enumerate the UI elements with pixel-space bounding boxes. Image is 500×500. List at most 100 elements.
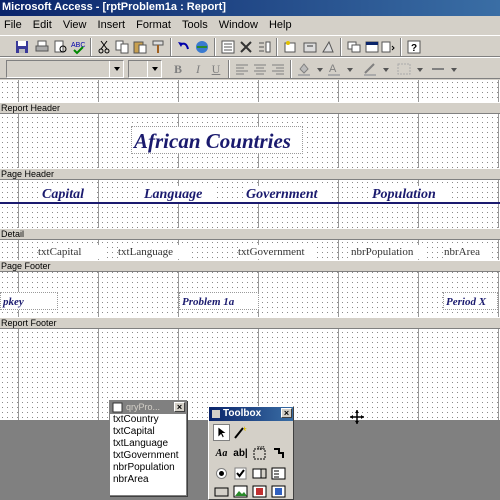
header-language-label[interactable]: Language (142, 186, 214, 203)
header-underline[interactable] (0, 202, 500, 204)
footer-pkey-field[interactable]: pkey (0, 292, 58, 310)
footer-problem-label[interactable]: Problem 1a (179, 292, 259, 310)
footer-period-label[interactable]: Period X (443, 292, 498, 310)
autoformat-icon[interactable] (282, 39, 298, 55)
header-population-label[interactable]: Population (370, 186, 450, 203)
properties-icon[interactable] (320, 39, 336, 55)
header-government-label[interactable]: Government (244, 186, 332, 203)
bold-button[interactable]: B (170, 61, 186, 77)
align-right-icon[interactable] (270, 61, 286, 77)
menu-format[interactable]: Format (132, 17, 175, 33)
command-button-icon[interactable] (213, 483, 230, 500)
font-name-combo[interactable] (128, 60, 162, 78)
section-page-footer[interactable]: Page Footer (0, 260, 500, 272)
close-icon[interactable]: × (174, 402, 185, 412)
option-group-icon[interactable]: xyz (251, 445, 268, 462)
align-left-icon[interactable] (234, 61, 250, 77)
menu-edit[interactable]: Edit (29, 17, 56, 33)
checkbox-icon[interactable] (232, 465, 249, 482)
menu-file[interactable]: File (0, 17, 26, 33)
font-color-icon[interactable]: A (326, 61, 342, 77)
detail-field-language[interactable]: txtLanguage (118, 245, 188, 259)
preview-icon[interactable] (52, 39, 68, 55)
chevron-down-icon[interactable] (147, 61, 161, 77)
window-title: Microsoft Access - [rptProblem1a : Repor… (0, 0, 500, 16)
list-item[interactable]: nbrPopulation (110, 462, 186, 474)
menu-insert[interactable]: Insert (94, 17, 130, 33)
select-icon[interactable] (213, 424, 230, 441)
paste-icon[interactable] (132, 39, 148, 55)
chevron-down-icon[interactable] (109, 61, 123, 77)
hyperlink-icon[interactable] (194, 39, 210, 55)
menu-view[interactable]: View (59, 17, 91, 33)
toolbox-icon[interactable] (238, 39, 254, 55)
close-icon[interactable]: × (281, 408, 292, 418)
format-painter-icon[interactable] (150, 39, 166, 55)
field-list-window[interactable]: qryPro... × txtCountry txtCapital txtLan… (109, 400, 187, 496)
chevron-down-icon[interactable] (446, 61, 462, 77)
unbound-frame-icon[interactable] (251, 483, 268, 500)
field-list-title[interactable]: qryPro... × (110, 401, 186, 414)
header-capital-label[interactable]: Capital (40, 186, 94, 203)
section-report-footer[interactable]: Report Footer (0, 317, 500, 329)
menu-tools[interactable]: Tools (178, 17, 212, 33)
special-effect-icon[interactable] (430, 61, 446, 77)
code-icon[interactable] (302, 39, 318, 55)
grid-line (338, 80, 339, 420)
detail-field-capital[interactable]: txtCapital (38, 245, 106, 259)
object-combo[interactable] (6, 60, 124, 78)
help-icon[interactable]: ? (406, 39, 422, 55)
section-report-header[interactable]: Report Header (0, 102, 500, 114)
grid-line (18, 80, 19, 420)
list-item[interactable]: txtLanguage (110, 438, 186, 450)
combo-icon[interactable] (251, 465, 268, 482)
sorting-grouping-icon[interactable] (256, 39, 272, 55)
line-width-icon[interactable] (396, 61, 412, 77)
menu-help[interactable]: Help (265, 17, 296, 33)
list-item[interactable]: txtCountry (110, 414, 186, 426)
italic-button[interactable]: I (190, 61, 206, 77)
report-design-surface[interactable]: Report Header Page Header Detail Page Fo… (0, 80, 500, 420)
field-list-icon[interactable] (220, 39, 236, 55)
chevron-down-icon[interactable] (342, 61, 358, 77)
toolbox-title[interactable]: Toolbox × (209, 407, 293, 421)
spelling-icon[interactable]: ABC (70, 39, 86, 55)
menu-window[interactable]: Window (215, 17, 262, 33)
wizard-icon[interactable] (232, 424, 249, 441)
underline-button[interactable]: U (208, 61, 224, 77)
print-icon[interactable] (34, 39, 50, 55)
option-button-icon[interactable] (213, 465, 230, 482)
image-icon[interactable] (232, 483, 249, 500)
copy-icon[interactable] (114, 39, 130, 55)
save-icon[interactable] (14, 39, 30, 55)
chevron-down-icon[interactable] (378, 61, 394, 77)
toggle-icon[interactable] (270, 445, 287, 462)
align-center-icon[interactable] (252, 61, 268, 77)
detail-field-government[interactable]: txtGovernment (238, 245, 316, 259)
build-icon[interactable] (346, 39, 362, 55)
bound-frame-icon[interactable] (270, 483, 287, 500)
line-color-icon[interactable] (362, 61, 378, 77)
detail-field-area[interactable]: nbrArea (444, 245, 490, 259)
chevron-down-icon[interactable] (412, 61, 428, 77)
database-window-icon[interactable] (364, 39, 380, 55)
fill-color-icon[interactable] (296, 61, 312, 77)
textbox-icon[interactable]: ab| (232, 445, 249, 462)
toolbar-separator (276, 38, 278, 56)
list-item[interactable]: nbrArea (110, 474, 186, 486)
undo-icon[interactable] (176, 39, 192, 55)
list-item[interactable]: txtGovernment (110, 450, 186, 462)
svg-text:?: ? (411, 43, 417, 54)
section-detail[interactable]: Detail (0, 228, 500, 240)
list-item[interactable]: txtCapital (110, 426, 186, 438)
report-title-label[interactable]: African Countries (131, 126, 303, 154)
detail-field-population[interactable]: nbrPopulation (351, 245, 427, 259)
section-page-header[interactable]: Page Header (0, 168, 500, 180)
move-cursor-icon (350, 410, 364, 424)
toolbox-window[interactable]: Toolbox × Aa ab| xyz (208, 406, 294, 500)
cut-icon[interactable] (96, 39, 112, 55)
listbox-icon[interactable] (270, 465, 287, 482)
new-object-icon[interactable] (380, 39, 396, 55)
svg-text:xyz: xyz (257, 445, 265, 451)
label-icon[interactable]: Aa (213, 445, 230, 462)
